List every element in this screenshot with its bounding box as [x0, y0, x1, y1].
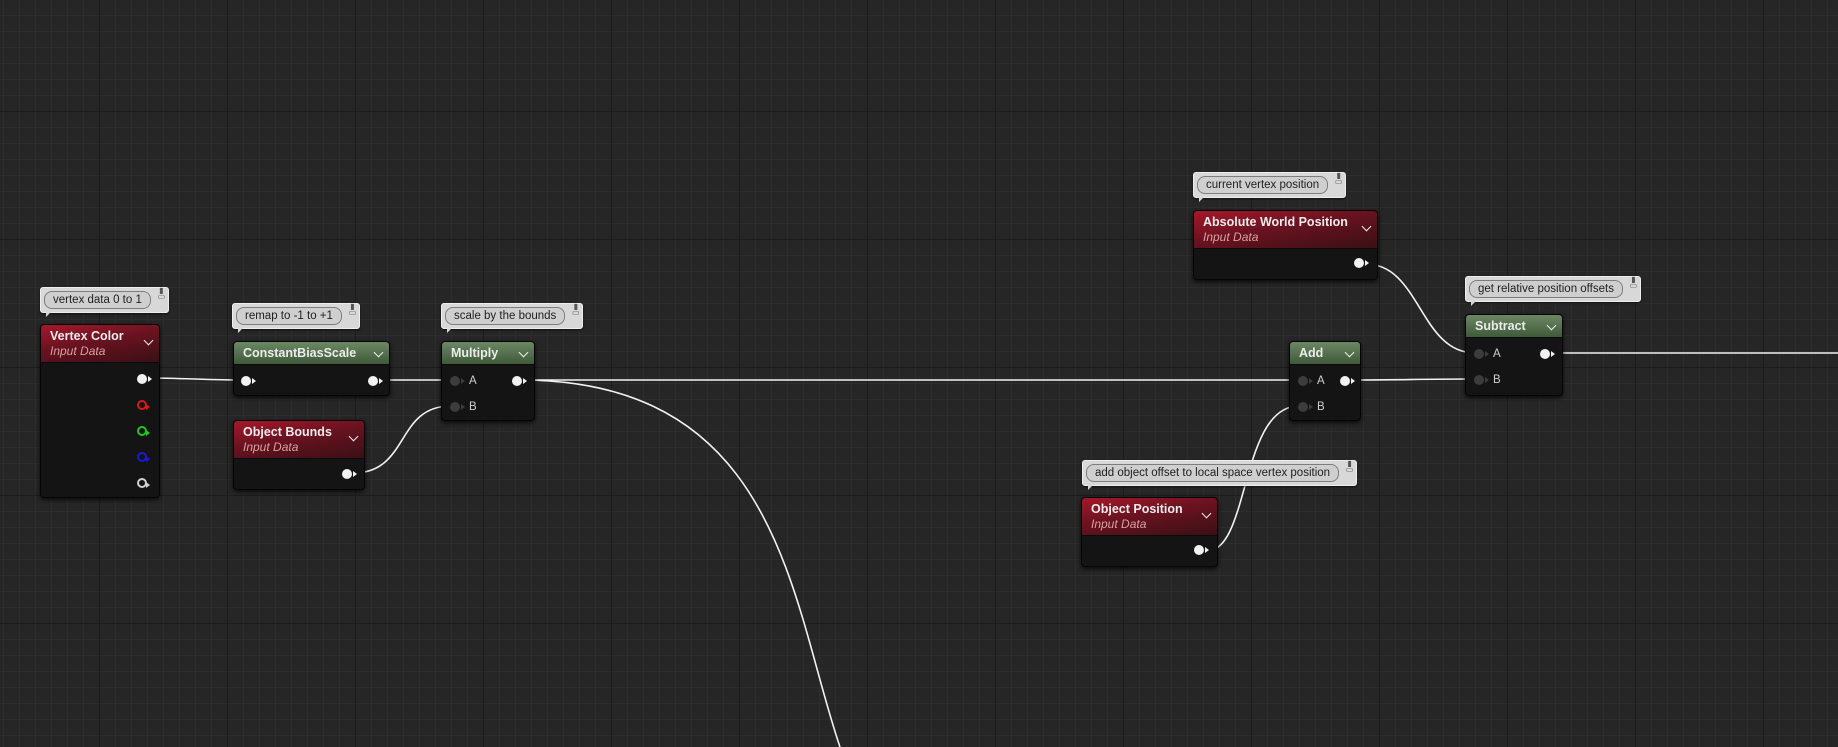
- comment-relative-offsets[interactable]: get relative position offsets ▮ ▭: [1465, 276, 1641, 306]
- comment-vertex-data[interactable]: vertex data 0 to 1 ▮ ▭: [40, 287, 169, 317]
- output-pin[interactable]: [368, 376, 383, 386]
- output-pin[interactable]: [1194, 545, 1209, 555]
- wire-multiply-down: [519, 379, 841, 747]
- comment-text: scale by the bounds: [445, 307, 566, 325]
- comment-scale[interactable]: scale by the bounds ▮ ▭: [441, 303, 584, 333]
- node-object-position[interactable]: Object Position Input Data: [1081, 497, 1218, 567]
- node-header[interactable]: ConstantBiasScale: [234, 342, 389, 365]
- output-pin[interactable]: [512, 376, 527, 386]
- wire-bounds-to-multiply-b: [352, 405, 452, 474]
- chevron-down-icon[interactable]: [1201, 508, 1212, 519]
- output-pin-rgb[interactable]: [137, 374, 152, 384]
- output-pin[interactable]: [1340, 376, 1355, 386]
- node-object-bounds[interactable]: Object Bounds Input Data: [233, 420, 365, 490]
- comment-object-offset[interactable]: add object offset to local space vertex …: [1082, 460, 1358, 490]
- input-pin-b[interactable]: [450, 402, 465, 412]
- wire-add-to-subtract-b: [1349, 378, 1476, 381]
- node-header[interactable]: Subtract: [1466, 315, 1562, 338]
- node-subtract[interactable]: Subtract A B: [1465, 314, 1563, 396]
- pin-label-b: B: [469, 401, 477, 413]
- pin-label-a: A: [1493, 348, 1501, 360]
- chevron-down-icon[interactable]: [348, 431, 359, 442]
- output-pin-g[interactable]: [137, 426, 150, 436]
- pin-label-a: A: [1317, 375, 1325, 387]
- pin-comment-icon[interactable]: ▮ ▭: [1334, 172, 1343, 186]
- comment-text: get relative position offsets: [1469, 280, 1623, 298]
- output-pin-r[interactable]: [137, 400, 150, 410]
- node-header[interactable]: Object Position Input Data: [1082, 498, 1217, 536]
- node-subtitle: Input Data: [1203, 230, 1259, 244]
- pin-label-b: B: [1317, 401, 1325, 413]
- pin-comment-icon[interactable]: ▮ ▭: [157, 287, 166, 301]
- node-absolute-world-position[interactable]: Absolute World Position Input Data: [1193, 210, 1378, 280]
- chevron-down-icon[interactable]: [518, 347, 529, 358]
- pin-comment-icon[interactable]: ▮ ▭: [571, 303, 580, 317]
- node-subtitle: Input Data: [50, 344, 106, 358]
- node-header[interactable]: Add: [1290, 342, 1360, 365]
- node-vertex-color[interactable]: Vertex Color Input Data: [40, 324, 160, 498]
- input-pin-b[interactable]: [1474, 375, 1489, 385]
- comment-text: current vertex position: [1197, 176, 1329, 194]
- node-header[interactable]: Multiply: [442, 342, 534, 365]
- node-title: Object Position: [1091, 502, 1183, 516]
- wire-awp-to-subtract-a: [1365, 263, 1476, 354]
- pin-label-a: A: [469, 375, 477, 387]
- node-title: Vertex Color: [50, 329, 124, 343]
- node-header[interactable]: Absolute World Position Input Data: [1194, 211, 1377, 249]
- node-title: Add: [1299, 346, 1324, 360]
- node-subtitle: Input Data: [243, 440, 299, 454]
- node-header[interactable]: Object Bounds Input Data: [234, 421, 364, 459]
- output-pin-a[interactable]: [137, 478, 150, 488]
- comment-remap[interactable]: remap to -1 to +1 ▮ ▭: [232, 303, 360, 333]
- comment-current-vertex[interactable]: current vertex position ▮ ▭: [1193, 172, 1347, 202]
- chevron-down-icon[interactable]: [1361, 221, 1372, 232]
- output-pin[interactable]: [1540, 349, 1555, 359]
- output-pin[interactable]: [1354, 258, 1369, 268]
- input-pin[interactable]: [241, 376, 256, 386]
- input-pin-a[interactable]: [1298, 376, 1313, 386]
- chevron-down-icon[interactable]: [1344, 347, 1355, 358]
- comment-text: remap to -1 to +1: [236, 307, 342, 325]
- node-add[interactable]: Add A B: [1289, 341, 1361, 421]
- node-title: Absolute World Position: [1203, 215, 1348, 229]
- chevron-down-icon[interactable]: [1546, 320, 1557, 331]
- node-title: ConstantBiasScale: [243, 346, 357, 360]
- comment-text: vertex data 0 to 1: [44, 291, 151, 309]
- comment-text: add object offset to local space vertex …: [1086, 464, 1340, 482]
- chevron-down-icon[interactable]: [143, 335, 154, 346]
- chevron-down-icon[interactable]: [373, 347, 384, 358]
- output-pin[interactable]: [342, 469, 357, 479]
- input-pin-b[interactable]: [1298, 402, 1313, 412]
- input-pin-a[interactable]: [450, 376, 465, 386]
- output-pin-b[interactable]: [137, 452, 150, 462]
- node-subtitle: Input Data: [1091, 517, 1147, 531]
- pin-comment-icon[interactable]: ▮ ▭: [348, 303, 357, 317]
- node-multiply[interactable]: Multiply A B: [441, 341, 535, 421]
- node-title: Subtract: [1475, 319, 1526, 333]
- node-constant-bias-scale[interactable]: ConstantBiasScale: [233, 341, 390, 396]
- node-title: Multiply: [451, 346, 499, 360]
- node-title: Object Bounds: [243, 425, 332, 439]
- node-header[interactable]: Vertex Color Input Data: [41, 325, 159, 363]
- wire-vertexcolor-to-cbs: [146, 377, 244, 381]
- input-pin-a[interactable]: [1474, 349, 1489, 359]
- pin-comment-icon[interactable]: ▮ ▭: [1629, 276, 1638, 290]
- pin-comment-icon[interactable]: ▮ ▭: [1345, 460, 1354, 474]
- pin-label-b: B: [1493, 374, 1501, 386]
